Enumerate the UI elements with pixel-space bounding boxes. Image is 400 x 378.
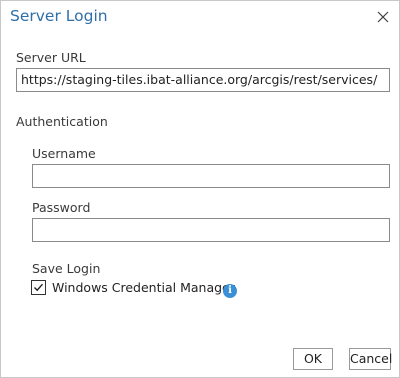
- close-icon: [377, 11, 389, 23]
- username-input[interactable]: [32, 164, 390, 188]
- username-label: Username: [32, 146, 96, 161]
- password-input[interactable]: [32, 218, 390, 242]
- ok-button[interactable]: OK: [293, 348, 333, 370]
- windows-credential-manager-checkbox[interactable]: [31, 280, 46, 295]
- save-login-label: Save Login: [32, 261, 101, 276]
- dialog-title: Server Login: [10, 7, 108, 25]
- cancel-button[interactable]: Cancel: [349, 348, 392, 370]
- password-label: Password: [32, 200, 91, 215]
- server-url-label: Server URL: [16, 50, 86, 65]
- server-login-dialog: Server Login Server URL https://staging-…: [0, 0, 400, 378]
- authentication-section-label: Authentication: [16, 114, 108, 129]
- close-button[interactable]: [371, 5, 395, 29]
- info-icon[interactable]: i: [223, 284, 237, 298]
- server-url-input[interactable]: https://staging-tiles.ibat-alliance.org/…: [16, 68, 390, 92]
- windows-credential-manager-label: Windows Credential Manager: [52, 280, 235, 295]
- checkmark-icon: [34, 283, 44, 292]
